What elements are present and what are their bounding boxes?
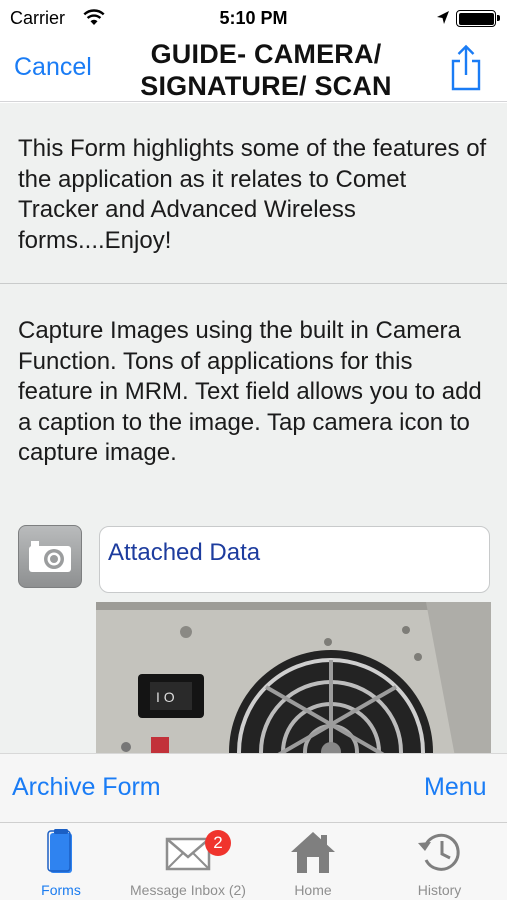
tab-bar: Forms Message Inbox (2) 2 Home History — [0, 822, 507, 900]
tab-label-message-inbox: Message Inbox (2) — [130, 882, 246, 898]
intro-section: This Form highlights some of the feature… — [0, 103, 507, 284]
camera-button[interactable] — [18, 525, 82, 588]
mail-icon — [165, 837, 211, 871]
svg-text:I O: I O — [156, 689, 175, 705]
cancel-button[interactable]: Cancel — [14, 53, 92, 82]
menu-button[interactable]: Menu — [424, 773, 487, 802]
location-arrow-icon — [437, 11, 449, 24]
history-icon — [417, 833, 460, 871]
caption-field[interactable]: Attached Data — [99, 526, 490, 593]
forms-icon — [47, 829, 72, 873]
tab-label-history: History — [417, 882, 462, 898]
battery-icon — [456, 10, 500, 27]
status-bar: Carrier 5:10 PM — [0, 0, 507, 36]
intro-text: This Form highlights some of the feature… — [18, 135, 487, 254]
nav-bar: Cancel GUIDE- CAMERA/ SIGNATURE/ SCAN — [0, 36, 507, 102]
page-title-line-1: GUIDE- CAMERA/ — [150, 39, 382, 69]
form-content[interactable]: This Form highlights some of the feature… — [0, 103, 507, 753]
camera-icon — [29, 541, 71, 572]
home-icon — [291, 832, 335, 873]
page-title-line-2: SIGNATURE/ SCAN — [140, 71, 392, 101]
attached-data-label: Attached Data — [108, 539, 261, 566]
tab-forms[interactable]: Forms — [0, 823, 122, 900]
unread-badge: 2 — [205, 830, 231, 856]
tab-history[interactable]: History — [372, 823, 507, 900]
share-icon[interactable] — [446, 44, 486, 92]
tab-home[interactable]: Home — [254, 823, 372, 900]
captured-image-graphic: I O — [96, 602, 491, 753]
tab-label-forms: Forms — [41, 882, 81, 898]
tab-label-home: Home — [294, 882, 332, 898]
page-title: GUIDE- CAMERA/ SIGNATURE/ SCAN — [110, 38, 422, 102]
status-time: 5:10 PM — [219, 8, 288, 28]
form-toolbar: Archive Form Menu — [0, 753, 507, 822]
archive-form-button[interactable]: Archive Form — [12, 773, 161, 802]
tab-message-inbox[interactable]: Message Inbox (2) — [122, 823, 254, 900]
capture-section: Capture Images using the built in Camera… — [0, 284, 507, 469]
captured-image[interactable]: I O — [96, 602, 491, 753]
capture-instructions-text: Capture Images using the built in Camera… — [18, 317, 482, 466]
